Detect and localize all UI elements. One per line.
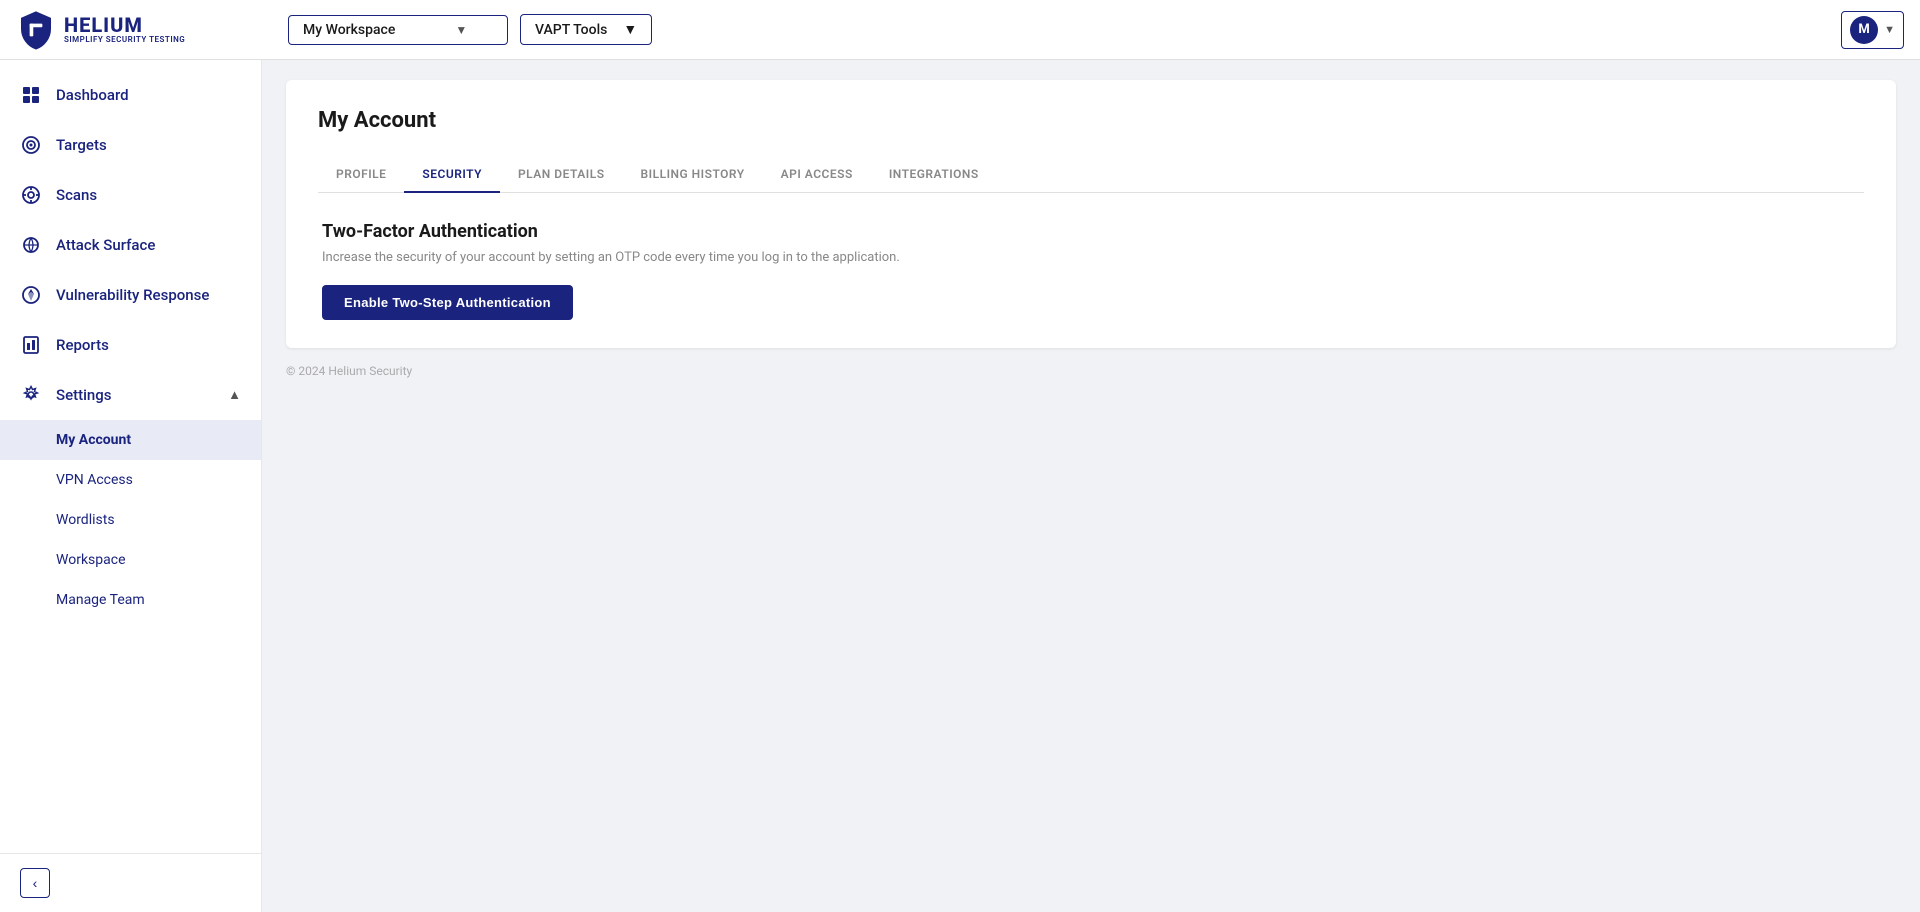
sidebar-item-reports-label: Reports	[56, 336, 241, 354]
sidebar-item-vulnerability[interactable]: Vulnerability Response	[0, 270, 261, 320]
vapt-label: VAPT Tools	[535, 22, 607, 38]
scans-icon	[20, 184, 42, 206]
user-chevron-icon: ▼	[1884, 23, 1895, 36]
manage-team-label: Manage Team	[56, 592, 145, 608]
sidebar-item-attack-surface-label: Attack Surface	[56, 236, 241, 254]
workspace-chevron-icon: ▼	[455, 23, 467, 37]
logo-area: HELIUM SIMPLIFY SECURITY TESTING	[16, 10, 276, 50]
sidebar-item-reports[interactable]: Reports	[0, 320, 261, 370]
settings-submenu: My Account VPN Access Wordlists Workspac…	[0, 420, 261, 620]
workspace-dropdown[interactable]: My Workspace ▼	[288, 15, 508, 45]
footer-text: © 2024 Helium Security	[286, 364, 412, 378]
sidebar-item-vulnerability-label: Vulnerability Response	[56, 286, 241, 304]
logo-text: HELIUM SIMPLIFY SECURITY TESTING	[64, 14, 185, 45]
targets-icon	[20, 134, 42, 156]
sidebar-item-targets[interactable]: Targets	[0, 120, 261, 170]
tab-api-access[interactable]: API ACCESS	[763, 157, 871, 193]
sidebar-subitem-workspace[interactable]: Workspace	[0, 540, 261, 580]
twofa-title: Two-Factor Authentication	[322, 221, 1860, 242]
user-menu-button[interactable]: M ▼	[1841, 11, 1904, 49]
tab-plan-details[interactable]: PLAN DETAILS	[500, 157, 623, 193]
sidebar-item-targets-label: Targets	[56, 136, 241, 154]
sidebar-subitem-vpn-access[interactable]: VPN Access	[0, 460, 261, 500]
tab-security[interactable]: SECURITY	[404, 157, 500, 193]
sidebar-item-settings-label: Settings	[56, 386, 214, 404]
brand-name: HELIUM	[64, 14, 185, 36]
tab-integrations[interactable]: INTEGRATIONS	[871, 157, 997, 193]
twofa-section: Two-Factor Authentication Increase the s…	[318, 221, 1864, 320]
settings-arrow-icon: ▲	[228, 387, 241, 403]
tabs-bar: PROFILE SECURITY PLAN DETAILS BILLING HI…	[318, 157, 1864, 193]
vapt-tools-dropdown[interactable]: VAPT Tools ▼	[520, 14, 652, 45]
attack-surface-icon	[20, 234, 42, 256]
vulnerability-icon	[20, 284, 42, 306]
sidebar-footer: ‹	[0, 853, 261, 912]
topbar: HELIUM SIMPLIFY SECURITY TESTING My Work…	[0, 0, 1920, 60]
page-title: My Account	[318, 108, 1864, 133]
sidebar-subitem-wordlists[interactable]: Wordlists	[0, 500, 261, 540]
sidebar-item-settings[interactable]: Settings ▲	[0, 370, 261, 420]
sidebar: Dashboard Targets	[0, 60, 262, 912]
content-footer: © 2024 Helium Security	[286, 348, 1896, 378]
enable-twofa-button[interactable]: Enable Two-Step Authentication	[322, 285, 573, 320]
workspace-label: My Workspace	[303, 22, 395, 38]
sidebar-item-attack-surface[interactable]: Attack Surface	[0, 220, 261, 270]
twofa-description: Increase the security of your account by…	[322, 250, 1860, 265]
avatar: M	[1850, 16, 1878, 44]
vapt-chevron-icon: ▼	[623, 21, 637, 38]
logo-icon	[16, 10, 56, 50]
topbar-right: M ▼	[1841, 11, 1904, 49]
main-layout: Dashboard Targets	[0, 60, 1920, 912]
page-card: My Account PROFILE SECURITY PLAN DETAILS…	[286, 80, 1896, 348]
sidebar-item-scans-label: Scans	[56, 186, 241, 204]
sidebar-subitem-my-account[interactable]: My Account	[0, 420, 261, 460]
my-account-label: My Account	[56, 432, 131, 448]
workspace-label: Workspace	[56, 552, 126, 568]
sidebar-item-scans[interactable]: Scans	[0, 170, 261, 220]
tab-billing-history[interactable]: BILLING HISTORY	[623, 157, 763, 193]
vpn-access-label: VPN Access	[56, 472, 133, 488]
sidebar-item-dashboard-label: Dashboard	[56, 86, 241, 104]
collapse-sidebar-button[interactable]: ‹	[20, 868, 50, 898]
settings-icon	[20, 384, 42, 406]
tab-profile[interactable]: PROFILE	[318, 157, 404, 193]
sidebar-subitem-manage-team[interactable]: Manage Team	[0, 580, 261, 620]
dashboard-icon	[20, 84, 42, 106]
reports-icon	[20, 334, 42, 356]
sidebar-nav: Dashboard Targets	[0, 60, 261, 853]
sidebar-item-dashboard[interactable]: Dashboard	[0, 70, 261, 120]
wordlists-label: Wordlists	[56, 512, 115, 528]
brand-tagline: SIMPLIFY SECURITY TESTING	[64, 36, 185, 45]
content-area: My Account PROFILE SECURITY PLAN DETAILS…	[262, 60, 1920, 912]
